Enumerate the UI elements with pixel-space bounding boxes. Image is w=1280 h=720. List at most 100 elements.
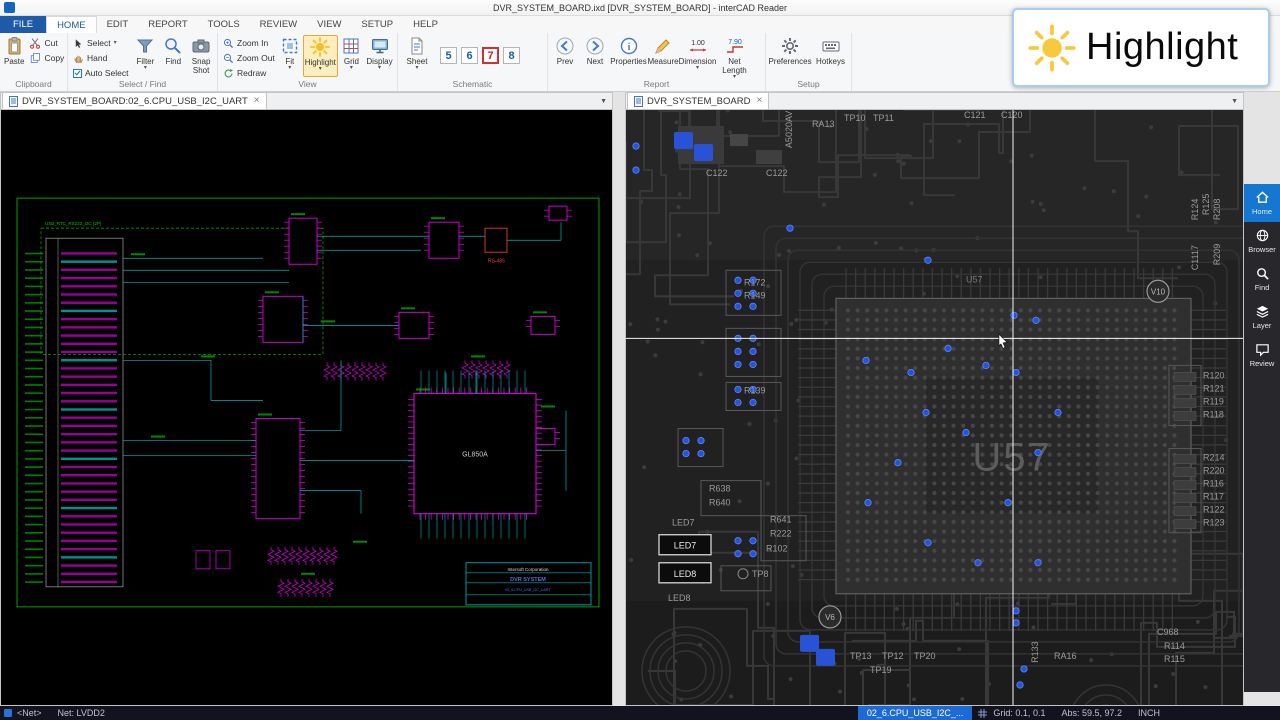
schematic-canvas[interactable]: USB_RTC_RS232_I2C (2P)RS-485GL850AInters… bbox=[1, 110, 612, 705]
net-length-button[interactable]: 7.90 Net Length ▾ bbox=[717, 35, 752, 81]
dimension-icon: 1.00 bbox=[688, 36, 708, 56]
copy-button[interactable]: Copy bbox=[27, 51, 66, 65]
paste-button[interactable]: Paste bbox=[3, 35, 25, 77]
tab-list-chevron-icon[interactable]: ▼ bbox=[600, 98, 612, 105]
sheet-number-5[interactable]: 5 bbox=[440, 47, 457, 64]
select-button[interactable]: Select ▾ bbox=[71, 36, 130, 50]
status-net-type[interactable]: <Net> bbox=[17, 708, 42, 718]
sidebar-item-browser[interactable]: Browser bbox=[1244, 222, 1280, 260]
menu-item-view[interactable]: VIEW bbox=[307, 16, 351, 33]
menu-item-setup[interactable]: SETUP bbox=[351, 16, 403, 33]
status-sheet-name[interactable]: 02_6.CPU_USB_I2C_... bbox=[858, 706, 973, 720]
close-icon[interactable]: × bbox=[756, 96, 762, 106]
schematic-group-label: Schematic bbox=[398, 79, 547, 91]
next-label: Next bbox=[587, 57, 603, 66]
menu-item-file[interactable]: FILE bbox=[0, 16, 46, 33]
svg-text:R116: R116 bbox=[1203, 479, 1224, 489]
svg-text:R139: R139 bbox=[744, 385, 765, 395]
svg-text:R149: R149 bbox=[744, 290, 765, 300]
sidebar-item-review[interactable]: Review bbox=[1244, 336, 1280, 374]
pencil-icon bbox=[653, 36, 673, 56]
pcb-canvas[interactable]: U57LED7LED8V10V6C122C122A5020AVRA13TP10T… bbox=[626, 110, 1243, 705]
cut-button[interactable]: Cut bbox=[27, 36, 66, 50]
svg-text:RA13: RA13 bbox=[812, 119, 834, 129]
app-icon bbox=[4, 2, 15, 13]
svg-text:R133: R133 bbox=[1030, 641, 1040, 663]
svg-text:V10: V10 bbox=[1151, 287, 1166, 296]
menu-item-review[interactable]: REVIEW bbox=[250, 16, 307, 33]
filter-button[interactable]: Filter ▾ bbox=[132, 35, 158, 77]
menu-item-home[interactable]: HOME bbox=[46, 16, 97, 33]
menu-item-edit[interactable]: EDIT bbox=[97, 16, 139, 33]
svg-text:R638: R638 bbox=[709, 484, 730, 494]
sidebar-item-home[interactable]: Home bbox=[1244, 184, 1280, 222]
svg-text:R209: R209 bbox=[1212, 244, 1222, 266]
sheet-number-8[interactable]: 8 bbox=[503, 47, 520, 64]
paste-icon bbox=[4, 36, 24, 56]
svg-text:DVR SYSTEM: DVR SYSTEM bbox=[510, 577, 546, 583]
svg-text:R208: R208 bbox=[1212, 199, 1222, 221]
layers-icon bbox=[1255, 304, 1270, 319]
sheet-number-6[interactable]: 6 bbox=[461, 47, 478, 64]
grid-icon bbox=[341, 36, 361, 56]
sheet-number-7[interactable]: 7 bbox=[482, 47, 499, 64]
statusbar: <Net> Net: LVDD2 02_6.CPU_USB_I2C_... Gr… bbox=[0, 706, 1280, 720]
tab-schematic[interactable]: DVR_SYSTEM_BOARD:02_6.CPU_USB_I2C_UART × bbox=[2, 92, 267, 109]
svg-text:TP20: TP20 bbox=[914, 651, 935, 661]
grid-toggle-icon[interactable] bbox=[978, 709, 987, 718]
measure-button[interactable]: Measure bbox=[648, 35, 678, 77]
menu-item-help[interactable]: HELP bbox=[403, 16, 448, 33]
svg-text:C120: C120 bbox=[1001, 110, 1022, 120]
hand-button[interactable]: Hand bbox=[71, 51, 130, 65]
status-units[interactable]: INCH bbox=[1138, 708, 1160, 718]
preferences-button[interactable]: Preferences bbox=[769, 35, 811, 77]
paste-label: Paste bbox=[4, 57, 24, 66]
filter-icon bbox=[135, 36, 155, 56]
svg-text:R640: R640 bbox=[709, 498, 730, 508]
hotkeys-label: Hotkeys bbox=[816, 57, 845, 66]
select-cursor-icon bbox=[73, 38, 84, 49]
svg-text:LED8: LED8 bbox=[668, 593, 690, 603]
schematic-pane: DVR_SYSTEM_BOARD:02_6.CPU_USB_I2C_UART ×… bbox=[0, 92, 613, 706]
menu-item-tools[interactable]: TOOLS bbox=[198, 16, 250, 33]
sidebar-item-find[interactable]: Find bbox=[1244, 260, 1280, 298]
close-icon[interactable]: × bbox=[254, 96, 260, 106]
hotkeys-button[interactable]: Hotkeys bbox=[813, 35, 848, 77]
ribbon-group-report: Prev Next i Properties Measure 1 bbox=[548, 33, 766, 91]
status-grid: Grid: 0.1, 0.1 bbox=[993, 708, 1045, 718]
ribbon-group-clipboard: Paste Cut Copy Clipboard bbox=[0, 33, 68, 91]
svg-text:C122: C122 bbox=[766, 168, 787, 178]
redraw-button[interactable]: Redraw bbox=[221, 66, 277, 80]
sheet-icon bbox=[407, 36, 427, 56]
gear-icon bbox=[780, 36, 800, 56]
svg-text:R114: R114 bbox=[1164, 641, 1185, 651]
view-group-label: View bbox=[218, 79, 397, 91]
dimension-button[interactable]: 1.00 Dimension ▾ bbox=[680, 35, 715, 77]
zoom-out-button[interactable]: Zoom Out bbox=[221, 51, 277, 65]
prev-button[interactable]: Prev bbox=[551, 35, 579, 77]
display-button[interactable]: Display ▾ bbox=[365, 35, 394, 77]
svg-text:R125: R125 bbox=[1201, 194, 1211, 216]
menu-item-report[interactable]: REPORT bbox=[138, 16, 197, 33]
highlight-button[interactable]: Highlight ▾ bbox=[303, 35, 338, 77]
zoom-in-button[interactable]: Zoom In bbox=[221, 36, 277, 50]
ribbon-group-view: Zoom In Zoom Out Redraw bbox=[218, 33, 398, 91]
grid-button[interactable]: Grid ▾ bbox=[340, 35, 363, 77]
sidebar-item-layer[interactable]: Layer bbox=[1244, 298, 1280, 336]
zoom-out-icon bbox=[223, 53, 234, 64]
next-button[interactable]: Next bbox=[581, 35, 609, 77]
fit-button[interactable]: Fit ▾ bbox=[279, 35, 301, 77]
workspace: DVR_SYSTEM_BOARD:02_6.CPU_USB_I2C_UART ×… bbox=[0, 92, 1280, 706]
snap-shot-button[interactable]: Snap Shot bbox=[188, 35, 214, 77]
tab-list-chevron-icon[interactable]: ▼ bbox=[1231, 98, 1243, 105]
net-length-label: Net Length bbox=[718, 57, 751, 75]
find-button[interactable]: Find bbox=[160, 35, 186, 77]
sheet-button[interactable]: Sheet ▾ bbox=[401, 35, 433, 77]
svg-text:LED7: LED7 bbox=[674, 541, 696, 551]
properties-button[interactable]: i Properties bbox=[611, 35, 646, 77]
tab-pcb[interactable]: DVR_SYSTEM_BOARD × bbox=[627, 92, 769, 109]
svg-text:R214: R214 bbox=[1203, 453, 1224, 463]
svg-text:C968: C968 bbox=[1157, 627, 1178, 637]
keyboard-icon bbox=[821, 36, 841, 56]
auto-select-checkbox[interactable]: Auto Select bbox=[71, 66, 130, 80]
